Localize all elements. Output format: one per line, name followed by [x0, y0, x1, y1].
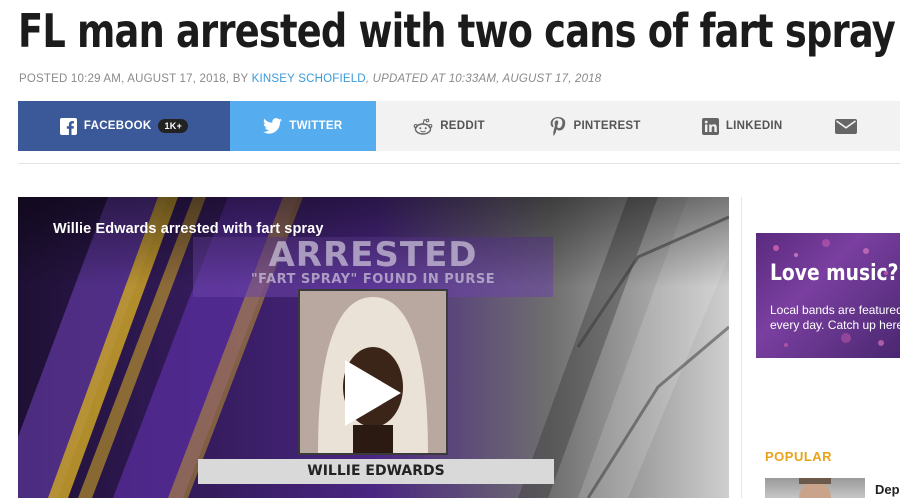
twitter-share-button[interactable]: TWITTER	[230, 101, 376, 151]
ad-body: Local bands are featured every day. Catc…	[770, 303, 900, 332]
author-link[interactable]: KINSEY SCHOFIELD	[252, 73, 366, 85]
twitter-icon	[263, 118, 283, 134]
ad-background	[773, 239, 888, 347]
video-graphic-headline: ARRESTED	[268, 235, 478, 275]
sidebar-divider	[741, 197, 742, 498]
video-player[interactable]: Willie Edwards arrested with fart spray …	[18, 197, 729, 498]
pinterest-share-button[interactable]: PINTEREST	[522, 101, 669, 151]
play-button[interactable]	[343, 360, 403, 431]
thumbnail-image	[799, 478, 831, 498]
popular-item-title[interactable]: Depu	[875, 482, 900, 497]
share-divider	[18, 163, 900, 164]
sidebar-ad[interactable]: Love music? Local bands are featured eve…	[756, 233, 900, 358]
byline-posted: POSTED 10:29 AM, AUGUST 17, 2018, BY	[19, 73, 252, 85]
pinterest-label: PINTEREST	[573, 120, 641, 132]
popular-item-thumbnail[interactable]	[765, 478, 865, 498]
reddit-share-button[interactable]: REDDIT	[376, 101, 523, 151]
facebook-label: FACEBOOK	[83, 120, 152, 132]
byline-updated: , UPDATED AT 10:33AM, AUGUST 17, 2018	[365, 73, 602, 85]
play-icon	[345, 360, 401, 426]
article-headline: FL man arrested with two cans of fart sp…	[18, 4, 896, 58]
ad-title: Love music?	[770, 261, 899, 286]
share-bar: FACEBOOK 1K+ TWITTER REDDIT PINTEREST LI…	[18, 101, 900, 151]
twitter-label: TWITTER	[289, 120, 343, 132]
reddit-label: REDDIT	[440, 120, 485, 132]
popular-heading: POPULAR	[765, 449, 833, 464]
article-byline: POSTED 10:29 AM, AUGUST 17, 2018, BY KIN…	[19, 73, 601, 85]
video-graphic-subhead: "FART SPRAY" FOUND IN PURSE	[250, 272, 496, 287]
email-icon	[835, 118, 858, 134]
facebook-share-button[interactable]: FACEBOOK 1K+	[18, 101, 231, 151]
facebook-icon	[59, 117, 77, 135]
pinterest-icon	[550, 116, 566, 136]
video-name-caption: WILLIE EDWARDS	[198, 459, 554, 484]
email-share-button[interactable]	[815, 101, 900, 151]
linkedin-label: LINKEDIN	[725, 120, 783, 132]
linkedin-icon	[701, 117, 719, 135]
facebook-share-count: 1K+	[158, 119, 189, 133]
reddit-icon	[413, 118, 433, 135]
linkedin-share-button[interactable]: LINKEDIN	[669, 101, 816, 151]
